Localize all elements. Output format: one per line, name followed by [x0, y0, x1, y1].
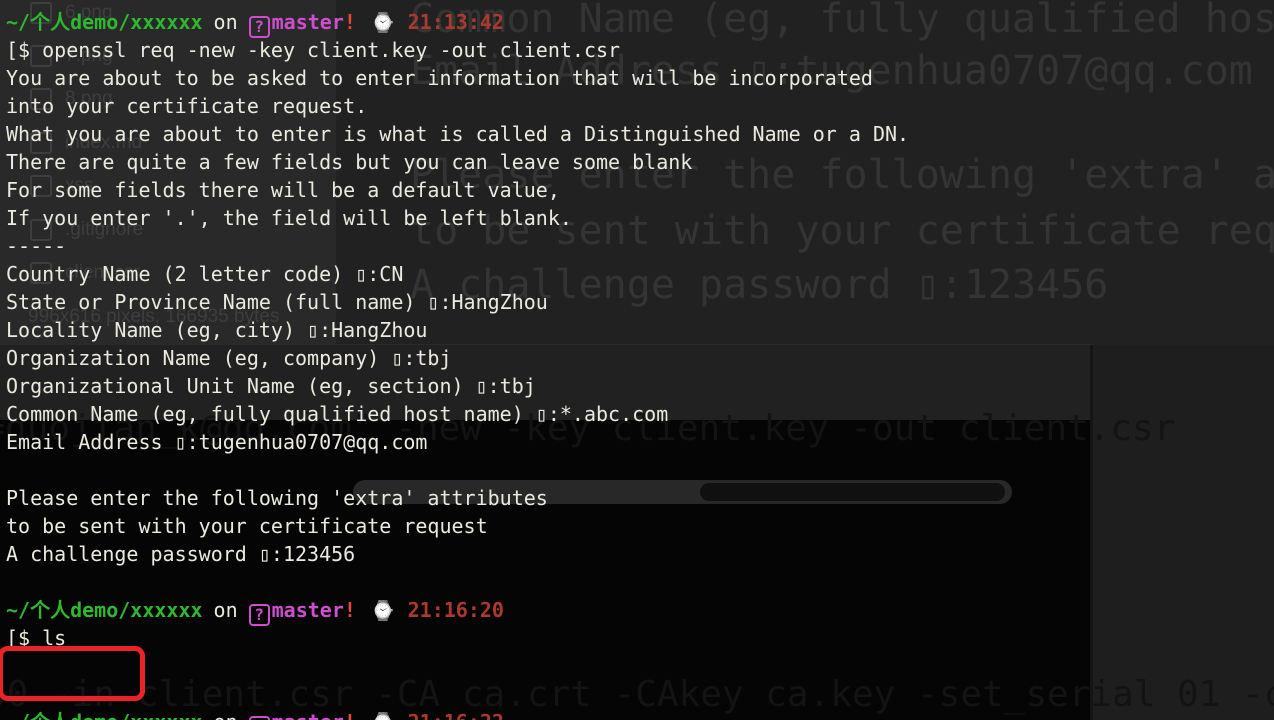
terminal-output-line: Common Name (eg, fully qualified host na… — [6, 400, 909, 428]
terminal-output-line: For some fields there will be a default … — [6, 176, 909, 204]
prompt-line: ~/个人demo/xxxxxx on?master! ⌚ 21:16:22 — [6, 708, 909, 720]
command-openssl-req: [$ openssl req -new -key client.key -out… — [6, 36, 909, 64]
git-branch-icon: ? — [249, 16, 270, 38]
prompt-timestamp: 21:16:20 — [408, 598, 504, 622]
prompt-line: ~/个人demo/xxxxxx on?master! ⌚ 21:16:20 — [6, 596, 909, 624]
git-dirty-flag: ! — [344, 598, 356, 622]
terminal-output-line: ----- — [6, 232, 909, 260]
git-branch-icon: ? — [249, 604, 270, 626]
prompt-separator: on — [214, 710, 238, 720]
terminal-output-line: A challenge password ▯:123456 — [6, 540, 909, 568]
prompt-timestamp: 21:16:22 — [408, 710, 504, 720]
screen: Common Name (eg, fully qualified host Em… — [0, 0, 1274, 720]
terminal-output-line: Organizational Unit Name (eg, section) ▯… — [6, 372, 909, 400]
red-highlight-annotation — [0, 646, 145, 701]
prompt-separator: on — [214, 598, 238, 622]
terminal-output-line: What you are about to enter is what is c… — [6, 120, 909, 148]
watch-icon: ⌚ — [371, 12, 395, 34]
terminal-output-line: Organization Name (eg, company) ▯:tbj — [6, 344, 909, 372]
cwd-path: ~/个人demo/xxxxxx — [6, 710, 203, 720]
git-dirty-flag: ! — [344, 10, 356, 34]
terminal-output-line: Email Address ▯:tugenhua0707@qq.com — [6, 428, 909, 456]
prompt-separator: on — [214, 10, 238, 34]
terminal-output-line: Country Name (2 letter code) ▯:CN — [6, 260, 909, 288]
terminal-output-line: Please enter the following 'extra' attri… — [6, 484, 909, 512]
terminal-surface[interactable]: ~/个人demo/xxxxxxon?master!⌚21:13:42 [$ op… — [6, 8, 909, 720]
cwd-path: ~/个人demo/xxxxxx — [6, 598, 203, 622]
git-branch-name: master — [272, 710, 344, 720]
openssl-req-output: You are about to be asked to enter infor… — [6, 64, 909, 568]
terminal-output-line: There are quite a few fields but you can… — [6, 148, 909, 176]
git-branch-icon: ? — [249, 716, 270, 720]
prompt-timestamp: 21:13:42 — [408, 10, 504, 34]
git-dirty-flag: ! — [344, 710, 356, 720]
prompt-line: ~/个人demo/xxxxxx on?master! ⌚ 21:13:42 — [6, 8, 909, 36]
blank-line — [6, 568, 909, 596]
git-branch-name: master — [272, 598, 344, 622]
terminal-output-line: If you enter '.', the field will be left… — [6, 204, 909, 232]
watch-icon: ⌚ — [371, 600, 395, 622]
watch-icon: ⌚ — [371, 712, 395, 720]
terminal-output-line: to be sent with your certificate request — [6, 512, 909, 540]
terminal-output-line: into your certificate request. — [6, 92, 909, 120]
terminal-output-line: You are about to be asked to enter infor… — [6, 64, 909, 92]
terminal-output-line: Locality Name (eg, city) ▯:HangZhou — [6, 316, 909, 344]
git-branch-name: master — [272, 10, 344, 34]
terminal-output-line — [6, 456, 909, 484]
terminal-output-line: State or Province Name (full name) ▯:Han… — [6, 288, 909, 316]
cwd-path: ~/个人demo/xxxxxx — [6, 10, 203, 34]
background-window-right-column — [1090, 345, 1274, 720]
